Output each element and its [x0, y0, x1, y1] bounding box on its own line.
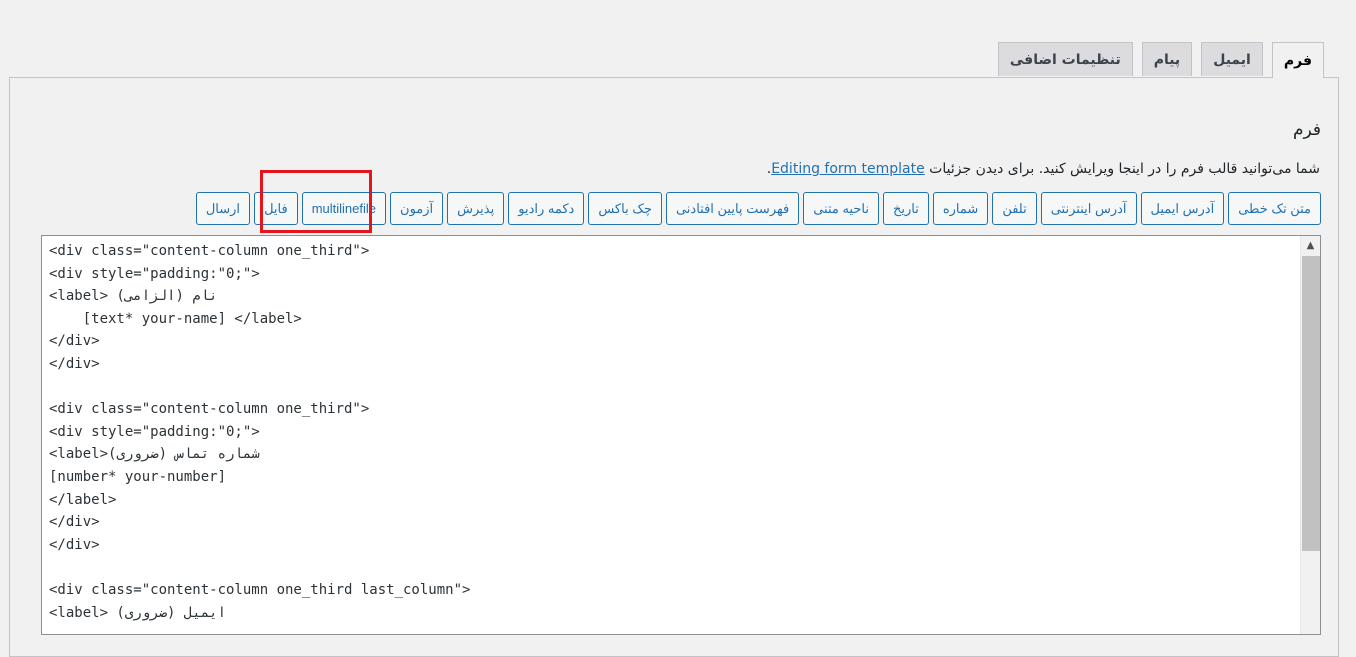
tab-form[interactable]: فرم — [1271, 42, 1324, 78]
code-line: <label> (الزامی) نام — [49, 288, 218, 305]
panel-description: شما می‌توانید قالب فرم را در اینجا ویرای… — [767, 161, 1320, 177]
code-line: <div style="padding:"0;"> — [49, 423, 260, 440]
tag-button-email[interactable]: آدرس ایمیل — [1140, 192, 1225, 225]
code-line: <label>(ضروری) شماره تماس — [49, 446, 260, 463]
tag-button-tel[interactable]: تلفن — [992, 192, 1037, 225]
code-line: </div> — [49, 355, 100, 372]
tag-button-submit[interactable]: ارسال — [195, 192, 251, 225]
tag-generator-bar: متن تک خطی آدرس ایمیل آدرس اینترنتی تلفن… — [195, 192, 1321, 225]
tag-button-number[interactable]: شماره — [932, 192, 989, 225]
tag-button-radio[interactable]: دکمه رادیو — [508, 192, 585, 225]
form-template-editor[interactable]: <div class="content-column one_third"> <… — [41, 235, 1321, 635]
tag-button-acceptance[interactable]: پذیرش — [447, 192, 505, 225]
code-line: <div class="content-column one_third las… — [49, 581, 471, 598]
tab-additional-settings[interactable]: تنظیمات اضافی — [997, 42, 1133, 76]
tag-button-quiz[interactable]: آزمون — [390, 192, 444, 225]
code-line: </div> — [49, 514, 100, 531]
tag-button-multilinefile[interactable]: multilinefile — [301, 192, 387, 225]
tag-button-dropdown[interactable]: فهرست پایین افتادنی — [665, 192, 800, 225]
scroll-thumb[interactable] — [1302, 256, 1320, 551]
code-content[interactable]: <div class="content-column one_third"> <… — [49, 240, 470, 624]
code-line: [text* your-name] </label> — [49, 310, 302, 327]
tab-bar: تنظیمات اضافی پیام ایمیل فرم — [997, 42, 1324, 78]
code-line: <div style="padding:"0;"> — [49, 265, 260, 282]
code-line: </div> — [49, 333, 100, 350]
editing-form-template-link[interactable]: Editing form template — [771, 161, 925, 177]
code-line: <div class="content-column one_third"> — [49, 243, 370, 259]
tag-button-file[interactable]: فایل — [254, 192, 298, 225]
panel-title: فرم — [1292, 120, 1321, 140]
tag-button-textarea[interactable]: ناحیه متنی — [803, 192, 879, 225]
code-line: <div class="content-column one_third"> — [49, 401, 370, 418]
description-text: شما می‌توانید قالب فرم را در اینجا ویرای… — [929, 161, 1320, 177]
tag-button-checkbox[interactable]: چک باکس — [588, 192, 662, 225]
tag-button-text[interactable]: متن تک خطی — [1228, 192, 1321, 225]
editor-scrollbar[interactable]: ▲ — [1300, 236, 1320, 634]
scroll-up-icon[interactable]: ▲ — [1301, 236, 1320, 255]
code-line: [number* your-number] — [49, 468, 227, 485]
code-line: <label> (ضروری) ایمیل — [49, 604, 227, 621]
tab-mail[interactable]: ایمیل — [1201, 42, 1263, 76]
tag-button-url[interactable]: آدرس اینترنتی — [1040, 192, 1137, 225]
tab-messages[interactable]: پیام — [1141, 42, 1193, 76]
code-line: </label> — [49, 491, 117, 508]
tag-button-date[interactable]: تاریخ — [882, 192, 929, 225]
code-line: </div> — [49, 536, 100, 553]
